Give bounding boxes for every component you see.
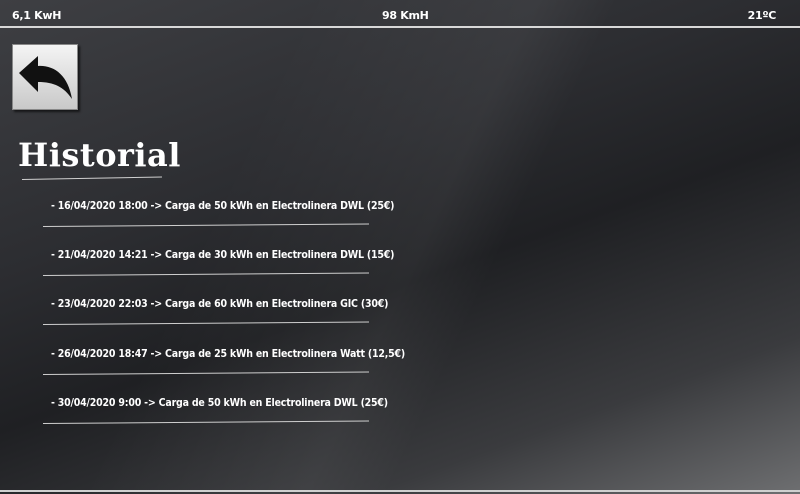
entry-divider	[42, 371, 369, 375]
entry-divider	[42, 272, 369, 276]
bottom-border	[0, 490, 800, 492]
history-entry: - 30/04/2020 9:00 -> Carga de 50 kWh en …	[42, 397, 411, 424]
history-entry-text: - 23/04/2020 22:03 -> Carga de 60 kWh en…	[51, 298, 389, 310]
entry-divider	[42, 420, 369, 424]
history-entry: - 16/04/2020 18:00 -> Carga de 50 kWh en…	[42, 200, 411, 227]
history-list: - 16/04/2020 18:00 -> Carga de 50 kWh en…	[0, 0, 800, 494]
entry-divider	[42, 321, 369, 325]
history-entry-text: - 26/04/2020 18:47 -> Carga de 25 kWh en…	[51, 348, 406, 360]
entry-divider	[42, 223, 369, 227]
history-entry: - 23/04/2020 22:03 -> Carga de 60 kWh en…	[42, 298, 411, 325]
history-entry: - 21/04/2020 14:21 -> Carga de 30 kWh en…	[42, 249, 411, 276]
history-entry: - 26/04/2020 18:47 -> Carga de 25 kWh en…	[42, 348, 411, 375]
history-entry-text: - 16/04/2020 18:00 -> Carga de 50 kWh en…	[51, 200, 395, 212]
history-entry-text: - 21/04/2020 14:21 -> Carga de 30 kWh en…	[51, 249, 395, 261]
history-entry-text: - 30/04/2020 9:00 -> Carga de 50 kWh en …	[51, 397, 388, 409]
